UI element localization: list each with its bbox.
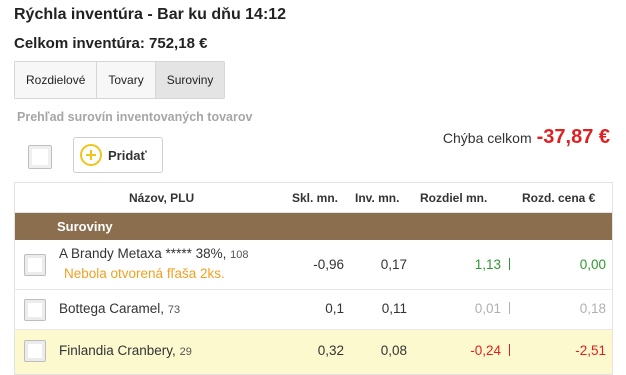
row-difference-value: 0,01 xyxy=(474,301,501,316)
row-checkbox[interactable] xyxy=(24,299,46,321)
row-name: Bottega Caramel, 73 xyxy=(59,301,180,316)
row-checkbox[interactable] xyxy=(24,340,46,362)
row-price-diff: 0,00 xyxy=(579,257,606,272)
inventory-total: Celkom inventúra: 752,18 € xyxy=(14,35,208,52)
row-name: Finlandia Cranbery, 29 xyxy=(59,343,192,358)
row-stock: 0,1 xyxy=(325,301,344,316)
column-header-inventory[interactable]: Inv. mn. xyxy=(355,191,399,205)
column-header-stock[interactable]: Skl. mn. xyxy=(292,191,338,205)
row-name-text: Finlandia Cranbery, xyxy=(59,343,176,358)
row-price-diff: 0,18 xyxy=(579,301,606,316)
row-price-diff: -2,51 xyxy=(575,343,606,358)
select-all-checkbox[interactable] xyxy=(28,145,52,169)
row-note: Nebola otvorená fľaša 2ks. xyxy=(64,266,225,281)
group-label: Suroviny xyxy=(57,219,113,234)
difference-bar-icon xyxy=(509,344,510,356)
group-header: Suroviny xyxy=(15,213,612,240)
row-difference: 1,13 xyxy=(475,257,510,272)
section-subtitle: Prehľad surovín inventovaných tovarov xyxy=(17,110,253,124)
column-header-difference[interactable]: Rozdiel mn. xyxy=(420,191,487,205)
row-difference-value: -0,24 xyxy=(470,343,501,358)
row-difference: 0,01 xyxy=(475,301,510,316)
add-button-label: Pridať xyxy=(108,147,147,163)
row-plu: 108 xyxy=(230,249,249,261)
row-stock: 0,32 xyxy=(317,343,344,358)
column-header-price-diff[interactable]: Rozd. cena € xyxy=(522,191,595,205)
row-inventory: 0,17 xyxy=(380,257,407,272)
row-name: A Brandy Metaxa ***** 38%, 108 xyxy=(59,246,248,261)
column-header-name[interactable]: Názov, PLU xyxy=(129,191,194,205)
missing-total-label: Chýba celkom xyxy=(442,130,532,146)
row-checkbox[interactable] xyxy=(24,254,46,276)
table-row[interactable]: Finlandia Cranbery, 29 0,32 0,08 -0,24 -… xyxy=(15,330,612,374)
row-inventory: 0,08 xyxy=(380,343,407,358)
ingredients-table: Názov, PLU Skl. mn. Inv. mn. Rozdiel mn.… xyxy=(14,182,613,375)
add-button[interactable]: Pridať xyxy=(73,137,163,173)
tab-bar: Rozdielové Tovary Suroviny xyxy=(14,61,226,99)
table-header: Názov, PLU Skl. mn. Inv. mn. Rozdiel mn.… xyxy=(15,183,612,213)
plus-circle-icon xyxy=(80,144,102,166)
row-difference-value: 1,13 xyxy=(474,257,501,272)
tab-suroviny[interactable]: Suroviny xyxy=(155,62,225,98)
row-inventory: 0,11 xyxy=(381,301,407,316)
row-difference: -0,24 xyxy=(470,343,510,358)
row-name-text: A Brandy Metaxa ***** 38%, xyxy=(59,246,227,261)
missing-total-value: -37,87 € xyxy=(536,126,610,148)
page-title: Rýchla inventúra - Bar ku dňu 14:12 xyxy=(14,6,287,23)
difference-bar-icon xyxy=(509,258,510,270)
missing-summary: Chýba celkom -37,87 € xyxy=(443,126,610,149)
row-stock: -0,96 xyxy=(313,257,344,272)
table-row[interactable]: Bottega Caramel, 73 0,1 0,11 0,01 0,18 xyxy=(15,290,612,330)
tab-tovary[interactable]: Tovary xyxy=(97,62,156,98)
difference-bar-icon xyxy=(509,302,510,314)
table-row[interactable]: A Brandy Metaxa ***** 38%, 108 Nebola ot… xyxy=(15,240,612,290)
row-plu: 29 xyxy=(179,346,192,358)
tab-rozdielove[interactable]: Rozdielové xyxy=(15,62,98,98)
row-plu: 73 xyxy=(167,304,181,316)
row-name-text: Bottega Caramel, xyxy=(59,301,165,316)
